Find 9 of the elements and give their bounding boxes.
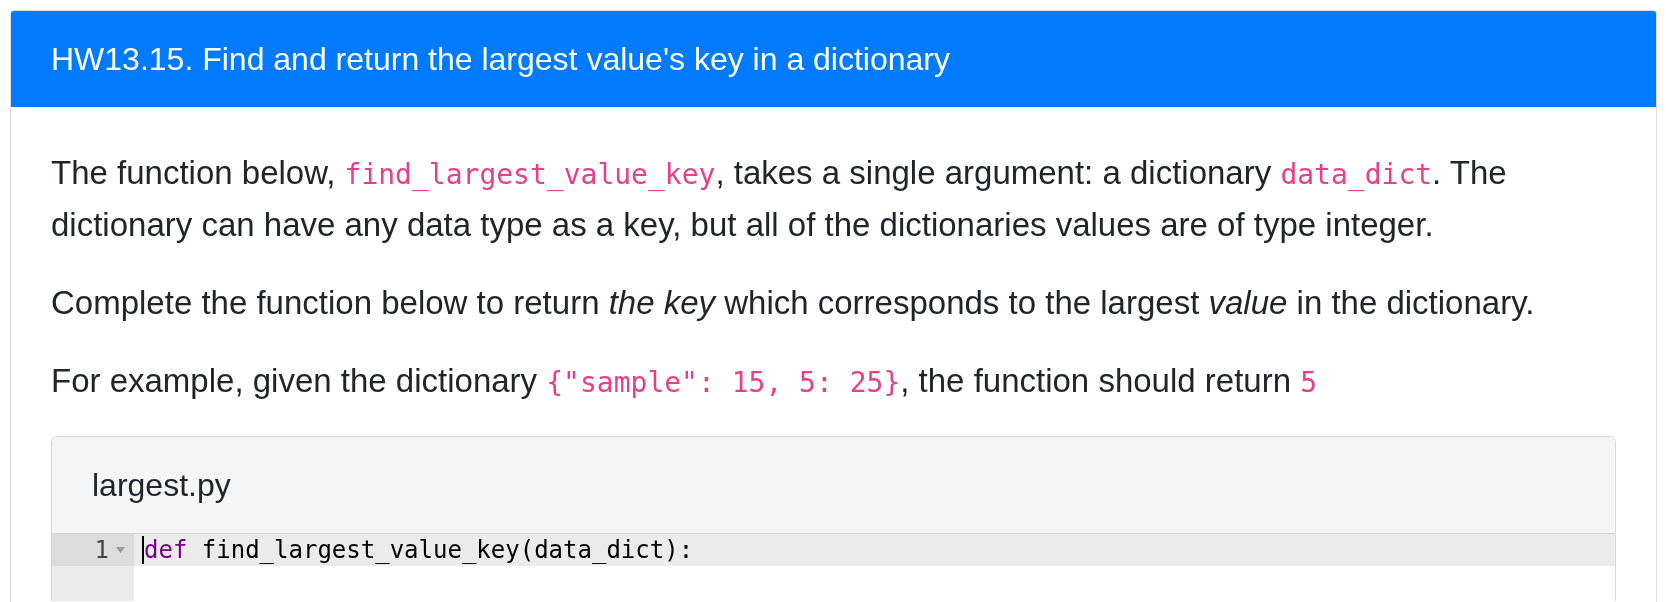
file-name: largest.py [92, 466, 232, 505]
code-line[interactable]: def find_largest_value_key(data_dict): [144, 534, 694, 566]
fold-caret-icon[interactable] [116, 547, 125, 553]
description-text: For example, given the dictionary {"sample": 15, 5: 25}, the function should return 5 [51, 361, 1319, 401]
description-text: The function below, find_largest_value_key, takes a single argument: a dictionary data_dict. The dictionary can have any data type as a key, but all of the dictionaries values are of type integer. [51, 153, 1508, 245]
text-cursor-icon [142, 536, 144, 564]
problem-title: HW13.15. Find and return the largest value's key in a dictionary [51, 40, 951, 78]
description-text: Complete the function below to return the key which corresponds to the largest value in the dictionary. [51, 283, 1536, 323]
line-number: 1 [94, 535, 109, 566]
